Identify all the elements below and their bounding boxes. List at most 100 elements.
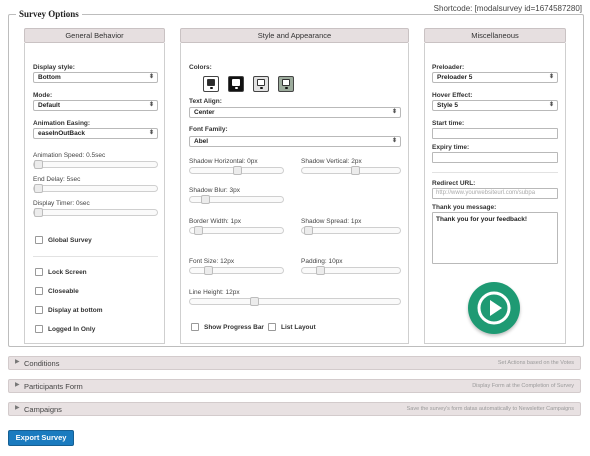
shadow-blur-slider[interactable] bbox=[189, 195, 284, 204]
export-survey-button[interactable]: Export Survey bbox=[8, 430, 74, 446]
text-align-label: Text Align: bbox=[189, 98, 222, 105]
display-timer-slider[interactable] bbox=[33, 208, 158, 217]
color-swatch[interactable] bbox=[278, 76, 294, 92]
color-swatch[interactable] bbox=[253, 76, 269, 92]
hover-effect-label: Hover Effect: bbox=[432, 92, 473, 99]
font-family-value: Abel bbox=[194, 138, 209, 145]
preview-play-button[interactable] bbox=[468, 282, 520, 334]
lock-screen-label: Lock Screen bbox=[48, 269, 87, 276]
text-align-select[interactable]: Center ⬍ bbox=[189, 107, 401, 118]
accordion-title: Campaigns bbox=[24, 405, 62, 414]
show-progress-bar-checkbox[interactable] bbox=[191, 323, 199, 331]
accordion-hint: Display Form at the Completion of Survey bbox=[472, 383, 574, 389]
swatch-dot bbox=[285, 87, 288, 89]
hover-effect-value: Style 5 bbox=[437, 102, 458, 109]
font-size-slider[interactable] bbox=[189, 266, 284, 275]
text-align-value: Center bbox=[194, 109, 215, 116]
participants-form-accordion[interactable]: ▶ Participants Form Display Form at the … bbox=[8, 379, 581, 393]
campaigns-accordion[interactable]: ▶ Campaigns Save the survey's form datas… bbox=[8, 402, 581, 416]
list-layout-checkbox[interactable] bbox=[268, 323, 276, 331]
animation-easing-label: Animation Easing: bbox=[33, 120, 91, 127]
line-height-slider[interactable] bbox=[189, 297, 401, 306]
section-divider bbox=[33, 256, 158, 257]
animation-speed-slider[interactable] bbox=[33, 160, 158, 169]
select-arrows-icon: ⬍ bbox=[148, 130, 154, 136]
animation-easing-value: easeInOutBack bbox=[38, 130, 85, 137]
swatch-dot bbox=[210, 87, 213, 89]
mode-select[interactable]: Default ⬍ bbox=[33, 100, 158, 111]
logged-in-only-label: Logged In Only bbox=[48, 326, 96, 333]
hover-effect-select[interactable]: Style 5 ⬍ bbox=[432, 100, 558, 111]
line-height-label: Line Height: 12px bbox=[189, 289, 240, 296]
slider-handle[interactable] bbox=[34, 160, 43, 169]
display-style-value: Bottom bbox=[38, 74, 61, 81]
closeable-label: Closeable bbox=[48, 288, 79, 295]
mode-label: Mode: bbox=[33, 92, 53, 99]
start-time-input[interactable] bbox=[432, 128, 558, 139]
display-style-select[interactable]: Bottom ⬍ bbox=[33, 72, 158, 83]
slider-handle[interactable] bbox=[351, 166, 360, 175]
shadow-spread-slider[interactable] bbox=[301, 226, 401, 235]
slider-handle[interactable] bbox=[316, 266, 325, 275]
slider-handle[interactable] bbox=[194, 226, 203, 235]
play-icon bbox=[477, 291, 511, 325]
start-time-label: Start time: bbox=[432, 120, 465, 127]
slider-handle[interactable] bbox=[233, 166, 242, 175]
shadow-vertical-label: Shadow Vertical: 2px bbox=[301, 158, 362, 165]
style-appearance-header: Style and Appearance bbox=[180, 28, 409, 43]
list-layout-label: List Layout bbox=[281, 324, 316, 331]
global-survey-checkbox[interactable] bbox=[35, 236, 43, 244]
accordion-hint: Set Actions based on the Votes bbox=[497, 360, 574, 366]
closeable-checkbox[interactable] bbox=[35, 287, 43, 295]
preloader-select[interactable]: Preloader 5 ⬍ bbox=[432, 72, 558, 83]
global-survey-label: Global Survey bbox=[48, 237, 92, 244]
slider-handle[interactable] bbox=[304, 226, 313, 235]
color-swatch[interactable] bbox=[203, 76, 219, 92]
redirect-url-input[interactable]: http://www.yourwebsiteurl.com/subpa bbox=[432, 188, 558, 199]
caret-right-icon: ▶ bbox=[15, 405, 20, 411]
select-arrows-icon: ⬍ bbox=[391, 138, 397, 144]
slider-handle[interactable] bbox=[34, 208, 43, 217]
mode-value: Default bbox=[38, 102, 61, 109]
conditions-accordion[interactable]: ▶ Conditions Set Actions based on the Vo… bbox=[8, 356, 581, 370]
animation-speed-label: Animation Speed: 0.5sec bbox=[33, 152, 106, 159]
thank-you-textarea[interactable]: Thank you for your feedback! bbox=[432, 212, 558, 264]
preloader-value: Preloader 5 bbox=[437, 74, 473, 81]
select-arrows-icon: ⬍ bbox=[548, 102, 554, 108]
shadow-vertical-slider[interactable] bbox=[301, 166, 401, 175]
shadow-spread-label: Shadow Spread: 1px bbox=[301, 218, 362, 225]
swatch-dot bbox=[260, 87, 263, 89]
animation-easing-select[interactable]: easeInOutBack ⬍ bbox=[33, 128, 158, 139]
color-swatch[interactable] bbox=[228, 76, 244, 92]
end-delay-slider[interactable] bbox=[33, 184, 158, 193]
slider-handle[interactable] bbox=[250, 297, 259, 306]
border-width-slider[interactable] bbox=[189, 226, 284, 235]
font-family-label: Font Family: bbox=[189, 126, 228, 133]
select-arrows-icon: ⬍ bbox=[548, 74, 554, 80]
swatch-inner bbox=[207, 79, 215, 86]
swatch-inner bbox=[282, 79, 290, 86]
caret-right-icon: ▶ bbox=[15, 359, 20, 365]
colors-label: Colors: bbox=[189, 64, 212, 71]
section-divider bbox=[432, 172, 558, 173]
general-behavior-column bbox=[24, 43, 165, 344]
display-at-bottom-checkbox[interactable] bbox=[35, 306, 43, 314]
lock-screen-checkbox[interactable] bbox=[35, 268, 43, 276]
caret-right-icon: ▶ bbox=[15, 382, 20, 388]
logged-in-only-checkbox[interactable] bbox=[35, 325, 43, 333]
slider-handle[interactable] bbox=[34, 184, 43, 193]
show-progress-bar-label: Show Progress Bar bbox=[204, 324, 264, 331]
display-style-label: Display style: bbox=[33, 64, 75, 71]
expiry-time-input[interactable] bbox=[432, 152, 558, 163]
accordion-title: Conditions bbox=[24, 359, 60, 368]
slider-handle[interactable] bbox=[204, 266, 213, 275]
slider-handle[interactable] bbox=[201, 195, 210, 204]
display-at-bottom-label: Display at bottom bbox=[48, 307, 103, 314]
redirect-url-label: Redirect URL: bbox=[432, 180, 476, 187]
shadow-horizontal-slider[interactable] bbox=[189, 166, 284, 175]
padding-slider[interactable] bbox=[301, 266, 401, 275]
general-behavior-header: General Behavior bbox=[24, 28, 165, 43]
font-family-select[interactable]: Abel ⬍ bbox=[189, 136, 401, 147]
preloader-label: Preloader: bbox=[432, 64, 465, 71]
border-width-label: Border Width: 1px bbox=[189, 218, 242, 225]
